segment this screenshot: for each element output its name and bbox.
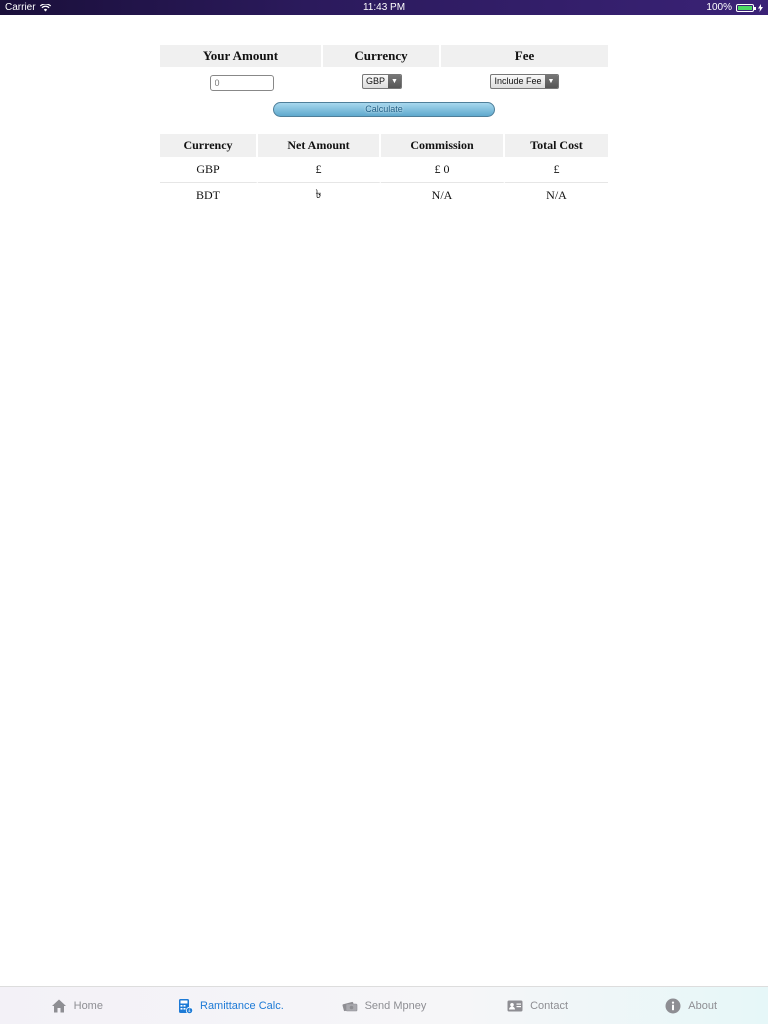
currency-cell: GBP ▼: [323, 67, 441, 96]
cell-commission: £ 0: [381, 157, 505, 183]
header-total-cost: Total Cost: [505, 134, 608, 157]
amount-cell: [160, 67, 323, 96]
svg-text:£: £: [188, 1008, 191, 1014]
chevron-down-icon: ▼: [388, 75, 401, 89]
tab-about[interactable]: About: [614, 987, 768, 1024]
battery-percent: 100%: [706, 2, 732, 13]
header-net-amount: Net Amount: [258, 134, 381, 157]
info-icon: [665, 998, 681, 1013]
header-fee: Fee: [441, 45, 608, 67]
calculate-button[interactable]: Calculate: [273, 102, 495, 117]
tab-contact-label: Contact: [530, 999, 569, 1012]
cell-currency: GBP: [160, 157, 258, 183]
table-row: BDT ৳ N/A N/A: [160, 183, 608, 208]
cell-net-amount: ৳: [258, 183, 381, 208]
tab-remittance-calc[interactable]: £ Ramittance Calc.: [154, 987, 308, 1024]
status-bar: Carrier 11:43 PM 100%: [0, 0, 768, 15]
form-header-row: Your Amount Currency Fee: [160, 45, 608, 67]
calculator-icon: £: [179, 998, 193, 1014]
cell-currency: BDT: [160, 183, 258, 208]
fee-select-value: Include Fee: [494, 76, 542, 87]
tab-remittance-calc-label: Ramittance Calc.: [200, 999, 284, 1012]
form-input-row: GBP ▼ Include Fee ▼: [160, 67, 608, 96]
input-form-table: Your Amount Currency Fee GBP ▼ Include F…: [160, 45, 608, 96]
tab-home[interactable]: Home: [0, 987, 154, 1024]
tab-bar: Home £ Ramittance Calc. Send Mpney Conta…: [0, 986, 768, 1024]
currency-select-value: GBP: [365, 76, 385, 87]
status-right: 100%: [706, 0, 763, 15]
battery-icon: [736, 3, 756, 12]
header-result-currency: Currency: [160, 134, 258, 157]
header-commission: Commission: [381, 134, 505, 157]
header-currency: Currency: [323, 45, 441, 67]
results-table: Currency Net Amount Commission Total Cos…: [160, 134, 608, 208]
tab-contact[interactable]: Contact: [461, 987, 615, 1024]
tab-send-money-label: Send Mpney: [364, 999, 427, 1012]
home-icon: [51, 999, 66, 1012]
fee-select[interactable]: Include Fee ▼: [490, 74, 559, 90]
header-your-amount: Your Amount: [160, 45, 323, 67]
money-icon: [342, 1001, 357, 1011]
cell-total-cost: N/A: [546, 188, 567, 202]
table-row: GBP £ £ 0 £: [160, 157, 608, 183]
fee-cell: Include Fee ▼: [441, 67, 608, 96]
results-header-row: Currency Net Amount Commission Total Cos…: [160, 134, 608, 157]
cell-commission: N/A: [381, 183, 505, 208]
currency-select[interactable]: GBP ▼: [361, 74, 402, 90]
cell-total-cost: £: [505, 157, 608, 183]
cell-net-amount: £: [258, 157, 381, 183]
status-time: 11:43 PM: [362, 2, 406, 13]
tab-about-label: About: [688, 999, 718, 1012]
charging-bolt-icon: [758, 3, 763, 12]
chevron-down-icon: ▼: [544, 75, 558, 89]
tab-send-money[interactable]: Send Mpney: [307, 987, 461, 1024]
tab-home-label: Home: [73, 999, 103, 1012]
contact-card-icon: [507, 1000, 523, 1011]
amount-input[interactable]: [209, 74, 274, 91]
